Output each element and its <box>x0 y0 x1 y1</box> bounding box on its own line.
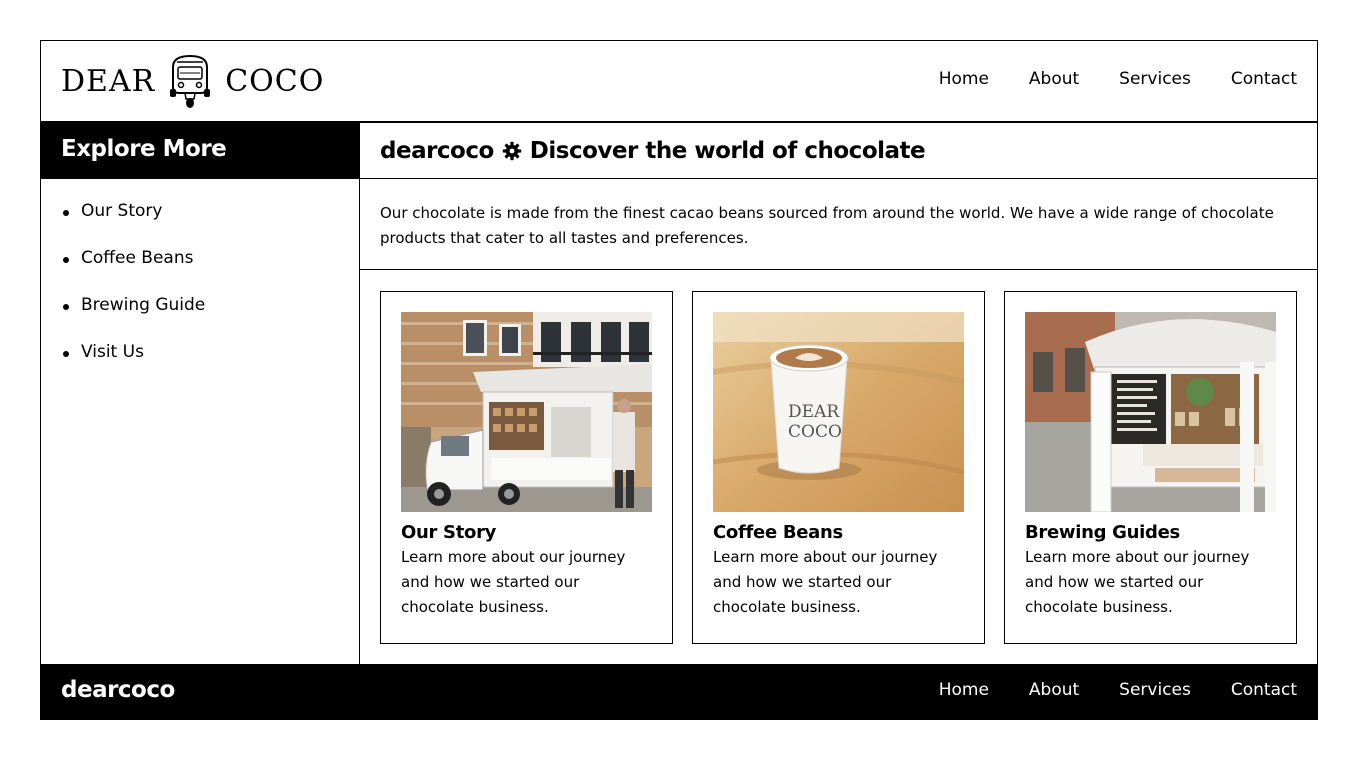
sidebar: Explore More Our Story Coffee Beans Brew… <box>41 123 360 664</box>
card-text: Learn more about our journey and how we … <box>713 548 938 616</box>
nav-link-about[interactable]: About <box>1029 69 1079 89</box>
site-header: DEAR COCO Home About Services Contact <box>41 41 1317 123</box>
card-text: Learn more about our journey and how we … <box>401 548 626 616</box>
page-title-text: Discover the world of chocolate <box>529 137 926 164</box>
site-logo[interactable]: DEAR COCO <box>61 51 324 111</box>
footer-link-about[interactable]: About <box>1029 680 1079 700</box>
card-title: Our Story <box>401 522 497 543</box>
card-grid: Our Story Learn more about our journey a… <box>380 291 1297 644</box>
cup-print-dear: DEAR <box>788 402 840 422</box>
sidebar-item-label: Visit Us <box>81 342 144 362</box>
card-brewing-guides[interactable]: Brewing Guides Learn more about our jour… <box>1004 291 1297 644</box>
coffee-truck-counter-photo <box>1025 312 1276 512</box>
bullet-icon <box>63 304 69 310</box>
tuk-tuk-icon <box>170 54 211 108</box>
logo-word-right: COCO <box>225 63 325 99</box>
sidebar-item-label: Brewing Guide <box>81 295 206 315</box>
top-nav: Home About Services Contact <box>939 69 1297 89</box>
nav-link-home[interactable]: Home <box>939 69 989 89</box>
page-title: dearcoco Discover the world of chocolate <box>360 123 1317 179</box>
coffee-truck-photo <box>401 312 652 512</box>
page-frame: DEAR COCO Home About Services Contact Ex… <box>40 40 1318 720</box>
page-title-brand: dearcoco <box>380 137 494 164</box>
sidebar-title: Explore More <box>41 123 359 179</box>
card-title: Brewing Guides <box>1025 522 1180 543</box>
sidebar-item-coffee-beans[interactable]: Coffee Beans <box>63 248 359 295</box>
sidebar-item-brewing-guide[interactable]: Brewing Guide <box>63 295 359 342</box>
sidebar-item-our-story[interactable]: Our Story <box>63 201 359 248</box>
nav-link-contact[interactable]: Contact <box>1231 69 1297 89</box>
card-our-story[interactable]: Our Story Learn more about our journey a… <box>380 291 673 644</box>
footer-link-services[interactable]: Services <box>1119 680 1191 700</box>
bullet-icon <box>63 351 69 357</box>
footer-link-home[interactable]: Home <box>939 680 989 700</box>
sidebar-item-label: Our Story <box>81 201 163 221</box>
bullet-icon <box>63 210 69 216</box>
bullet-icon <box>63 257 69 263</box>
footer-link-contact[interactable]: Contact <box>1231 680 1297 700</box>
sidebar-item-label: Coffee Beans <box>81 248 194 268</box>
site-footer: dearcoco Home About Services Contact <box>41 664 1317 719</box>
latte-cup-photo: DEAR COCO <box>713 312 964 512</box>
logo-word-left: DEAR <box>61 63 156 99</box>
card-coffee-beans[interactable]: DEAR COCO Coffee Beans Learn more about … <box>692 291 985 644</box>
cup-print-coco: COCO <box>788 422 842 442</box>
intro-text: Our chocolate is made from the finest ca… <box>360 179 1317 270</box>
footer-nav: Home About Services Contact <box>939 680 1297 700</box>
nav-link-services[interactable]: Services <box>1119 69 1191 89</box>
sidebar-item-visit-us[interactable]: Visit Us <box>63 342 359 389</box>
main-content: dearcoco Discover the world of chocolate… <box>360 123 1317 664</box>
card-text: Learn more about our journey and how we … <box>1025 548 1250 616</box>
gear-icon <box>502 141 521 160</box>
footer-brand[interactable]: dearcoco <box>61 677 175 703</box>
sidebar-list: Our Story Coffee Beans Brewing Guide Vis… <box>41 179 359 389</box>
card-title: Coffee Beans <box>713 522 843 543</box>
